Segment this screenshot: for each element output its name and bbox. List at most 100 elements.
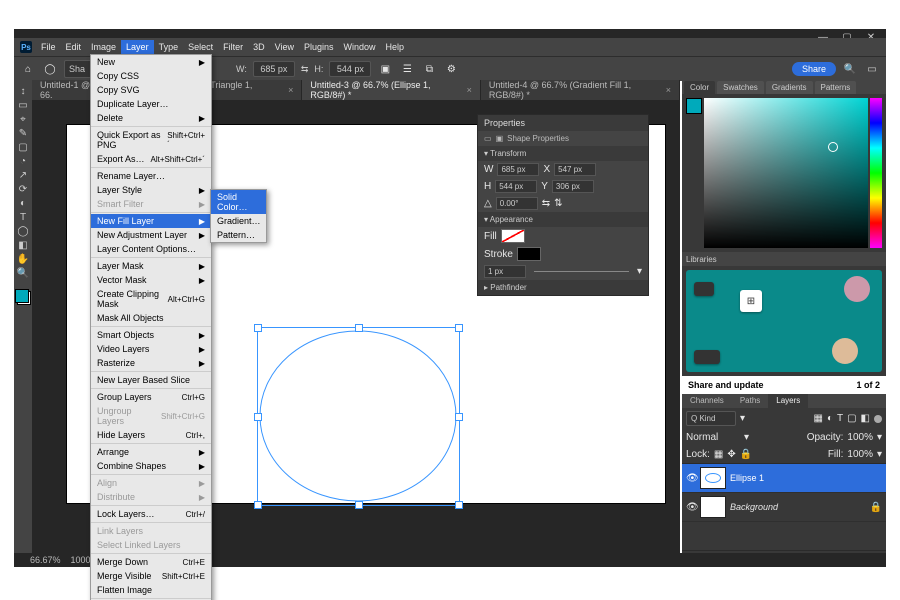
menu-item-flatten-image[interactable]: Flatten Image (91, 583, 211, 597)
home-icon[interactable]: ⌂ (20, 61, 36, 77)
menu-item-delete[interactable]: Delete▶ (91, 111, 211, 125)
share-button[interactable]: Share (792, 62, 836, 76)
workspace-icon[interactable]: ▭ (864, 61, 880, 77)
new-fill-layer-submenu[interactable]: Solid Color…Gradient…Pattern… (210, 189, 267, 243)
ellipse-shape[interactable] (258, 328, 459, 505)
menu-item-copy-css[interactable]: Copy CSS (91, 69, 211, 83)
search-icon[interactable]: 🔍 (842, 61, 858, 77)
fill-opacity-input[interactable]: 100% (847, 449, 873, 460)
prop-angle[interactable]: 0.00° (496, 197, 538, 210)
layer-thumbnail[interactable] (700, 467, 726, 489)
tool-13[interactable]: 🔍 (16, 266, 30, 280)
menu-item-new[interactable]: New▶ (91, 55, 211, 69)
prop-y[interactable]: 306 px (552, 180, 594, 193)
filter-smart-icon[interactable]: ◧ (861, 413, 870, 424)
layer-row[interactable]: 👁Background🔒 (682, 493, 886, 522)
flip-v-icon[interactable]: ⇅ (554, 198, 562, 209)
layer-name[interactable]: Background (730, 502, 778, 512)
menu-item-quick-export-as-png[interactable]: Quick Export as PNGShift+Ctrl+´ (91, 128, 211, 152)
menu-file[interactable]: File (36, 40, 61, 54)
menu-item-video-layers[interactable]: Video Layers▶ (91, 342, 211, 356)
stroke-style-preview[interactable] (534, 271, 629, 272)
menu-3d[interactable]: 3D (248, 40, 270, 54)
layer-name[interactable]: Ellipse 1 (730, 473, 764, 483)
menu-view[interactable]: View (270, 40, 299, 54)
transform-section[interactable]: Transform (490, 149, 526, 158)
filter-toggle[interactable] (874, 415, 882, 423)
library-preview-card[interactable]: ⊞ (686, 270, 882, 372)
prop-height[interactable]: 544 px (495, 180, 537, 193)
path-align-icon[interactable]: ☰ (399, 61, 415, 77)
filter-adjust-icon[interactable]: ◐ (827, 413, 833, 424)
menu-item-copy-svg[interactable]: Copy SVG (91, 83, 211, 97)
path-operations-icon[interactable]: ▣ (377, 61, 393, 77)
menu-item-merge-down[interactable]: Merge DownCtrl+E (91, 555, 211, 569)
lock-pixels-icon[interactable]: ▦ (714, 449, 723, 460)
tool-8[interactable]: ◐ (16, 196, 30, 210)
menu-item-create-clipping-mask[interactable]: Create Clipping MaskAlt+Ctrl+G (91, 287, 211, 311)
menu-filter[interactable]: Filter (218, 40, 248, 54)
tool-4[interactable]: ▢ (16, 140, 30, 154)
document-tab-2[interactable]: Untitled-3 @ 66.7% (Ellipse 1, RGB/8#) *… (302, 80, 481, 100)
menu-item-combine-shapes[interactable]: Combine Shapes▶ (91, 459, 211, 473)
menu-item-layer-mask[interactable]: Layer Mask▶ (91, 259, 211, 273)
menu-image[interactable]: Image (86, 40, 121, 54)
lock-position-icon[interactable]: ✥ (727, 449, 735, 460)
document-tab-3[interactable]: Untitled-4 @ 66.7% (Gradient Fill 1, RGB… (481, 80, 680, 100)
menu-item-group-layers[interactable]: Group LayersCtrl+G (91, 390, 211, 404)
menu-item-smart-objects[interactable]: Smart Objects▶ (91, 328, 211, 342)
color-tab-gradients[interactable]: Gradients (766, 81, 813, 94)
color-sv-picker[interactable] (704, 98, 868, 248)
appearance-section[interactable]: Appearance (490, 215, 533, 224)
tool-6[interactable]: ↗ (16, 168, 30, 182)
menu-item-rename-layer-[interactable]: Rename Layer… (91, 169, 211, 183)
opacity-input[interactable]: 100% (847, 432, 873, 443)
menu-item-hide-layers[interactable]: Hide LayersCtrl+, (91, 428, 211, 442)
close-tab-icon[interactable]: × (666, 85, 671, 95)
prop-x[interactable]: 547 px (554, 163, 596, 176)
layers-tab-channels[interactable]: Channels (682, 394, 732, 408)
menu-item-new-adjustment-layer[interactable]: New Adjustment Layer▶ (91, 228, 211, 242)
tool-9[interactable]: T (16, 210, 30, 224)
layers-tab-paths[interactable]: Paths (732, 394, 768, 408)
stroke-swatch[interactable] (517, 247, 541, 261)
fill-swatch[interactable] (501, 229, 525, 243)
path-arrange-icon[interactable]: ⧉ (421, 61, 437, 77)
tool-1[interactable]: ▭ (16, 98, 30, 112)
color-hue-slider[interactable] (870, 98, 882, 248)
link-wh-icon[interactable]: ⇆ (301, 64, 309, 75)
menu-item-duplicate-layer-[interactable]: Duplicate Layer… (91, 97, 211, 111)
color-tab-swatches[interactable]: Swatches (717, 81, 764, 94)
color-tab-patterns[interactable]: Patterns (815, 81, 857, 94)
filter-pixel-icon[interactable]: ▦ (813, 413, 822, 424)
ellipse-tool-icon[interactable]: ◯ (42, 61, 58, 77)
submenu-pattern-[interactable]: Pattern… (211, 228, 266, 242)
menu-item-new-fill-layer[interactable]: New Fill Layer▶ (91, 214, 211, 228)
menu-layer[interactable]: Layer (121, 40, 154, 54)
tool-7[interactable]: ⟳ (16, 182, 30, 196)
layer-visibility-icon[interactable]: 👁 (686, 473, 696, 484)
flip-h-icon[interactable]: ⇆ (542, 198, 550, 209)
foreground-background-swatch[interactable] (15, 289, 31, 305)
menu-item-lock-layers-[interactable]: Lock Layers…Ctrl+/ (91, 507, 211, 521)
tool-5[interactable]: ◔ (16, 154, 30, 168)
pathfinder-section[interactable]: Pathfinder (490, 283, 526, 292)
menu-item-vector-mask[interactable]: Vector Mask▶ (91, 273, 211, 287)
stroke-width[interactable]: 1 px (484, 265, 526, 278)
tool-10[interactable]: ◯ (16, 224, 30, 238)
tool-2[interactable]: ⌖ (16, 112, 30, 126)
filter-shape-icon[interactable]: ▢ (847, 413, 856, 424)
gear-icon[interactable]: ⚙ (443, 61, 459, 77)
height-input[interactable]: 544 px (329, 61, 371, 77)
properties-panel[interactable]: Properties ▭▣Shape Properties ▾ Transfor… (477, 114, 649, 296)
prop-width[interactable]: 685 px (497, 163, 539, 176)
tool-0[interactable]: ↕ (16, 84, 30, 98)
close-tab-icon[interactable]: × (288, 85, 293, 95)
menu-select[interactable]: Select (183, 40, 218, 54)
menu-plugins[interactable]: Plugins (299, 40, 339, 54)
menu-item-merge-visible[interactable]: Merge VisibleShift+Ctrl+E (91, 569, 211, 583)
transform-bounding-box[interactable] (257, 327, 460, 506)
menu-item-mask-all-objects[interactable]: Mask All Objects (91, 311, 211, 325)
menu-item-layer-content-options-[interactable]: Layer Content Options… (91, 242, 211, 256)
menu-type[interactable]: Type (154, 40, 184, 54)
